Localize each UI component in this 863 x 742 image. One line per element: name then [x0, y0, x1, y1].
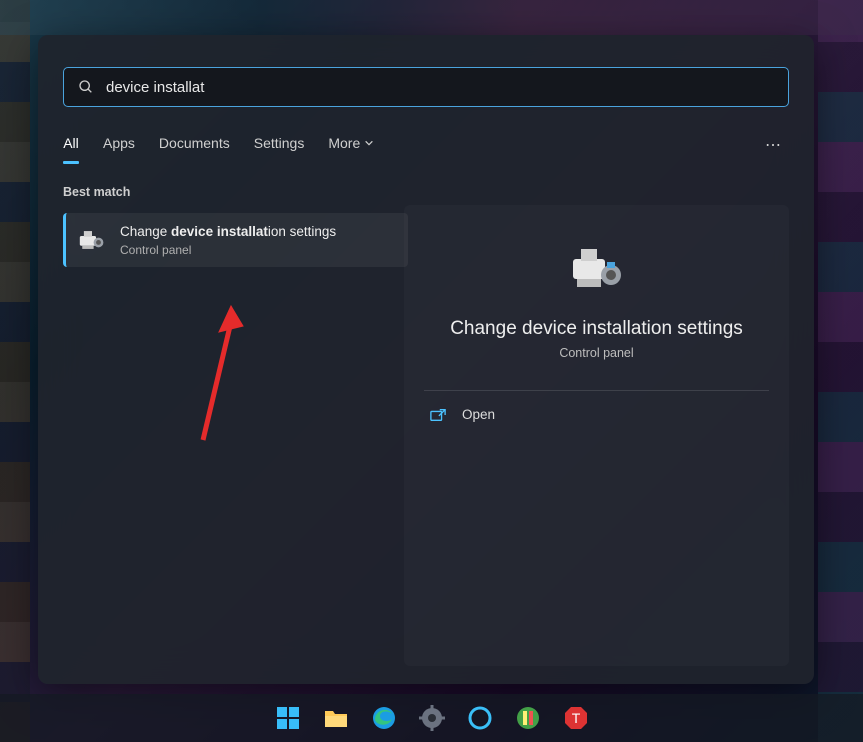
best-match-label: Best match [63, 185, 408, 199]
search-icon [78, 79, 94, 95]
taskbar: T [0, 694, 863, 742]
tab-all[interactable]: All [63, 135, 79, 164]
preview-title: Change device installation settings [450, 318, 743, 340]
result-item[interactable]: Change device installation settings Cont… [63, 213, 408, 267]
result-title: Change device installation settings [120, 223, 336, 241]
result-subtitle: Control panel [120, 243, 336, 257]
file-explorer-icon[interactable] [317, 699, 355, 737]
search-box[interactable] [63, 67, 789, 107]
svg-text:T: T [571, 710, 580, 726]
tab-apps[interactable]: Apps [103, 135, 135, 164]
desktop-bg-left [0, 0, 30, 742]
desktop-bg-right [818, 0, 863, 742]
tab-more[interactable]: More [328, 135, 374, 164]
results-column: Best match Change device installation se… [63, 185, 408, 267]
open-icon [430, 408, 446, 422]
tab-documents[interactable]: Documents [159, 135, 230, 164]
app-icon[interactable] [509, 699, 547, 737]
edge-icon[interactable] [365, 699, 403, 737]
settings-icon[interactable] [413, 699, 451, 737]
start-button[interactable] [269, 699, 307, 737]
devices-printers-icon [78, 226, 106, 254]
preview-subtitle: Control panel [559, 346, 633, 360]
search-tabs: All Apps Documents Settings More ⋯ [63, 127, 789, 171]
preview-pane: Change device installation settings Cont… [404, 205, 789, 666]
annotation-arrow [183, 300, 253, 455]
open-label: Open [462, 407, 495, 422]
devices-printers-icon [571, 247, 623, 296]
more-options-button[interactable]: ⋯ [759, 135, 789, 155]
desktop-bg-top [0, 0, 863, 35]
stop-icon[interactable]: T [557, 699, 595, 737]
search-input[interactable] [106, 79, 774, 96]
start-search-panel: All Apps Documents Settings More ⋯ Best … [38, 35, 814, 684]
tab-settings[interactable]: Settings [254, 135, 305, 164]
result-text: Change device installation settings Cont… [120, 223, 336, 257]
chevron-down-icon [364, 138, 374, 148]
open-action[interactable]: Open [424, 391, 769, 438]
cortana-icon[interactable] [461, 699, 499, 737]
